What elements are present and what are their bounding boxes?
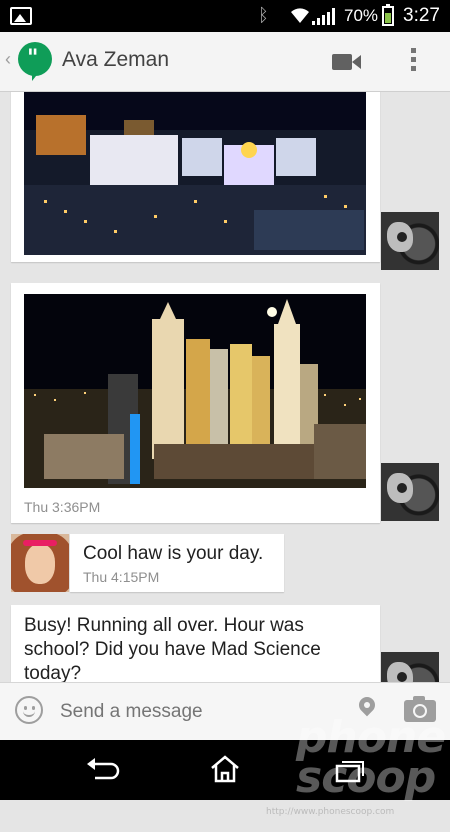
message-timestamp: Thu 4:15PM <box>83 569 160 585</box>
photo-message <box>11 92 380 262</box>
message-text: Cool haw is your day. <box>83 543 264 564</box>
contact-avatar[interactable] <box>381 212 439 270</box>
back-icon[interactable] <box>83 754 123 784</box>
message-input[interactable] <box>60 701 300 723</box>
status-clock: 3:27 <box>403 5 440 26</box>
incoming-message[interactable]: Busy! Running all over. Hour was school?… <box>11 605 380 682</box>
emoji-icon[interactable] <box>15 696 43 724</box>
contact-avatar[interactable] <box>381 652 439 682</box>
signal-icon <box>312 8 335 25</box>
battery-icon <box>382 4 394 26</box>
bluetooth-icon: ᛒ <box>258 5 269 25</box>
photo-message: Thu 3:36PM <box>11 283 380 523</box>
outgoing-message[interactable]: Cool haw is your day. Thu 4:15PM <box>70 534 284 592</box>
message-text-line: Busy! Running all over. Hour was <box>24 615 304 636</box>
wifi-icon <box>291 8 309 23</box>
contact-avatar[interactable] <box>381 463 439 521</box>
message-text-line: school? Did you have Mad Science <box>24 639 321 660</box>
back-chevron-icon[interactable]: ‹ <box>5 49 11 70</box>
message-text-line: today? <box>24 663 82 682</box>
home-icon[interactable] <box>205 754 245 784</box>
video-call-icon[interactable] <box>332 54 361 70</box>
message-photo[interactable] <box>24 294 366 488</box>
watermark-logo: phone scoop http://www.phonescoop.com <box>266 716 446 818</box>
conversation-header: ‹ " Ava Zeman <box>0 32 450 92</box>
watermark-url: http://www.phonescoop.com <box>266 807 395 817</box>
message-timestamp: Thu 3:36PM <box>24 499 101 515</box>
overflow-menu-icon[interactable] <box>411 48 417 75</box>
my-avatar[interactable] <box>11 534 69 592</box>
message-photo[interactable] <box>24 92 366 255</box>
status-bar: ᛒ 70% 3:27 <box>0 0 450 32</box>
contact-name[interactable]: Ava Zeman <box>62 48 169 72</box>
battery-percent: 70% <box>344 6 379 25</box>
hangouts-logo-icon[interactable]: " <box>18 42 52 81</box>
message-list[interactable]: Thu 3:36PM Cool haw is your day. Thu 4:1… <box>0 92 450 682</box>
gallery-icon <box>10 7 32 25</box>
